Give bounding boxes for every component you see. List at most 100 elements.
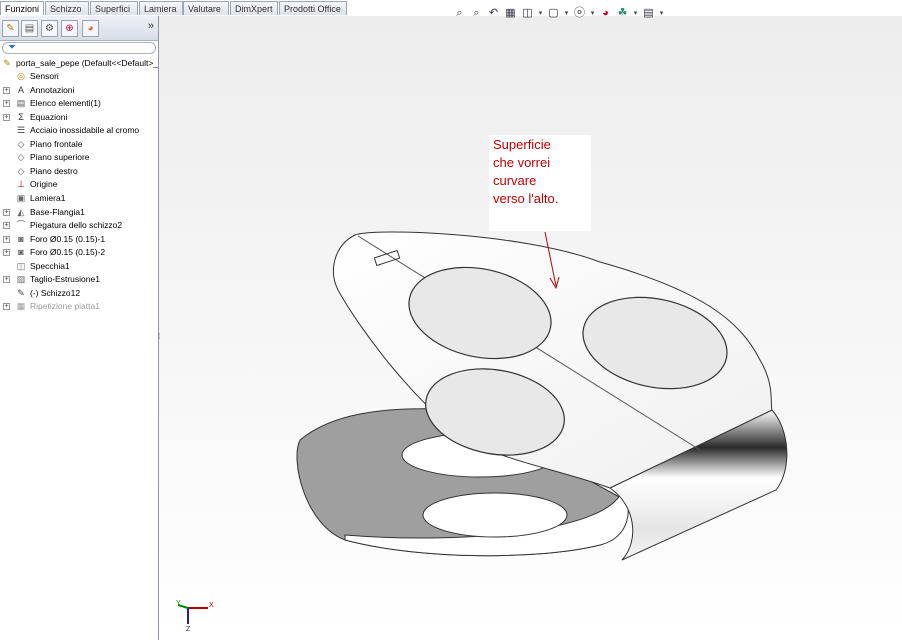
display-manager-icon[interactable]: ◕	[82, 20, 99, 37]
tree-item[interactable]: ◇ Piano destro	[0, 165, 158, 178]
tree-item-label: Piano destro	[30, 165, 78, 176]
expand-icon[interactable]: +	[3, 303, 10, 311]
tab-valutare[interactable]: Valutare	[183, 1, 229, 15]
tree-root[interactable]: ✎ porta_sale_pepe (Default<<Default>_	[0, 57, 158, 70]
expand-icon[interactable]: +	[3, 208, 10, 216]
tree-item-label: Ripetizione piatta1	[30, 301, 100, 312]
annotation-line-3: curvare	[493, 173, 537, 188]
tree-item-label: Acciaio inossidabile al cromo	[30, 125, 140, 136]
tab-prodotti-office[interactable]: Prodotti Office	[279, 1, 347, 15]
tree-item[interactable]: ◇ Piano frontale	[0, 138, 158, 151]
plane-icon: ◇	[17, 152, 25, 163]
property-manager-icon[interactable]: ▤	[21, 20, 38, 37]
tree-root-label: porta_sale_pepe (Default<<Default>_	[16, 58, 159, 68]
tree-item[interactable]: ◎ Sensori	[0, 70, 158, 83]
hole-icon: ◙	[18, 233, 24, 244]
expand-icon[interactable]: +	[3, 235, 10, 243]
tree-item-label: Piano superiore	[30, 152, 90, 163]
mirror-icon: ◫	[16, 260, 26, 271]
tree-item[interactable]: + ▦ Ripetizione piatta1	[0, 300, 158, 313]
tree-item-label: Elenco elementi(1)	[30, 98, 101, 109]
tree-item[interactable]: ▣ Lamiera1	[0, 192, 158, 205]
configuration-manager-icon[interactable]: ⚙	[41, 20, 58, 37]
tree-item-label: Sensori	[30, 71, 59, 81]
expand-icon[interactable]: +	[3, 113, 10, 121]
tab-funzioni[interactable]: Funzioni	[0, 1, 44, 15]
panel-collapse-handle[interactable]: ⁞	[158, 332, 164, 350]
tab-dimxpert[interactable]: DimXpert	[230, 1, 278, 15]
tree-item[interactable]: ◫ Specchia1	[0, 260, 158, 273]
expand-icon[interactable]: +	[3, 86, 10, 94]
equation-icon: Σ	[18, 111, 24, 122]
tree-item[interactable]: + ⌒ Piegatura dello schizzo2	[0, 219, 158, 232]
apply-scene-icon[interactable]: ☘	[615, 6, 630, 21]
feature-manager-icon[interactable]: ✎	[2, 20, 19, 37]
expand-icon[interactable]: +	[3, 100, 10, 108]
tree-item-label: Origine	[30, 179, 58, 190]
tree-item[interactable]: ✎ (-) Schizzo12	[0, 287, 158, 300]
command-manager-tabs: Funzioni Schizzo Superfici Lamiera	[0, 0, 183, 16]
display-style-icon[interactable]: ▢	[546, 6, 561, 21]
tree-item[interactable]: ◇ Piano superiore	[0, 151, 158, 164]
part-icon: ✎	[3, 58, 11, 68]
expand-icon[interactable]: +	[3, 249, 10, 257]
base-hole-2	[422, 492, 568, 538]
edit-appearance-icon[interactable]: ◕	[598, 6, 613, 21]
tree-item-label: Taglio-Estrusione1	[30, 274, 100, 285]
heads-up-view-toolbar: ⌕ ⌕ ↶ ▦ ◫ ▾ ▢ ▾ ⓞ ▾ ◕ ☘ ▾ ▤ ▾	[452, 4, 665, 22]
tree-item-label: Piano frontale	[30, 138, 83, 149]
expand-icon[interactable]: +	[3, 276, 10, 284]
triad-y-label: Y	[176, 600, 181, 607]
model-view	[296, 231, 788, 561]
chevron-down-icon[interactable]: ▾	[589, 6, 596, 21]
view-settings-icon[interactable]: ▤	[641, 6, 656, 21]
tree-item[interactable]: + ◙ Foro Ø0.15 (0.15)-2	[0, 246, 158, 259]
graphics-area[interactable]	[159, 16, 902, 640]
tree-item-label: Annotazioni	[30, 84, 75, 95]
tree-item-label: Lamiera1	[30, 192, 66, 203]
cut-extrude-icon: ▨	[16, 274, 26, 285]
more-tabs-button[interactable]: »	[148, 20, 154, 32]
tree-item[interactable]: + ▨ Taglio-Estrusione1	[0, 273, 158, 286]
sketched-bend-icon: ⌒	[16, 220, 26, 231]
plane-icon: ◇	[17, 165, 25, 176]
material-icon: ☰	[16, 125, 26, 136]
base-flange-icon: ◭	[17, 206, 25, 217]
expand-icon[interactable]: +	[3, 222, 10, 230]
plane-icon: ◇	[17, 138, 25, 149]
zoom-area-icon[interactable]: ⌕	[469, 6, 484, 21]
zoom-to-fit-icon[interactable]: ⌕	[452, 6, 467, 21]
chevron-down-icon[interactable]: ▾	[563, 6, 570, 21]
origin-icon: ⊥	[17, 179, 25, 190]
tree-item[interactable]: ⊥ Origine	[0, 178, 158, 191]
tree-item[interactable]: + ◭ Base-Flangia1	[0, 206, 158, 219]
chevron-down-icon[interactable]: ▾	[537, 6, 544, 21]
chevron-down-icon[interactable]: ▾	[632, 6, 639, 21]
chevron-down-icon[interactable]: ▾	[658, 6, 665, 21]
tab-lamiera[interactable]: Lamiera	[139, 1, 183, 15]
cut-list-icon: ▤	[16, 98, 26, 109]
tree-item[interactable]: + Σ Equazioni	[0, 111, 158, 124]
tree-item-label: Foro Ø0.15 (0.15)-2	[30, 247, 106, 258]
tab-schizzo[interactable]: Schizzo	[45, 1, 89, 15]
tree-item[interactable]: + ◙ Foro Ø0.15 (0.15)-1	[0, 233, 158, 246]
tab-superfici[interactable]: Superfici	[90, 1, 138, 15]
triad-x-label: X	[209, 602, 214, 609]
tree-filter-input[interactable]: ⏷	[2, 42, 156, 54]
tree-item-label: Foro Ø0.15 (0.15)-1	[30, 233, 106, 244]
hole-icon: ◙	[18, 247, 24, 258]
previous-view-icon[interactable]: ↶	[486, 6, 501, 21]
tree-item[interactable]: ☰ Acciaio inossidabile al cromo	[0, 124, 158, 137]
view-orientation-icon[interactable]: ◫	[520, 6, 535, 21]
sheet-metal-icon: ▣	[16, 192, 26, 203]
dimxpert-manager-icon[interactable]: ⊕	[61, 20, 78, 37]
tree-item[interactable]: + ▤ Elenco elementi(1)	[0, 97, 158, 110]
hide-show-icon[interactable]: ⓞ	[572, 6, 587, 21]
tree-item[interactable]: + A Annotazioni	[0, 84, 158, 97]
section-view-icon[interactable]: ▦	[503, 6, 518, 21]
triad-z-label: Z	[186, 626, 191, 633]
annotation-line-1: Superficie	[493, 137, 551, 152]
tree-item-label: Specchia1	[30, 260, 70, 271]
tree-item-label: Base-Flangia1	[30, 206, 85, 217]
tree-item-label: (-) Schizzo12	[30, 287, 81, 298]
